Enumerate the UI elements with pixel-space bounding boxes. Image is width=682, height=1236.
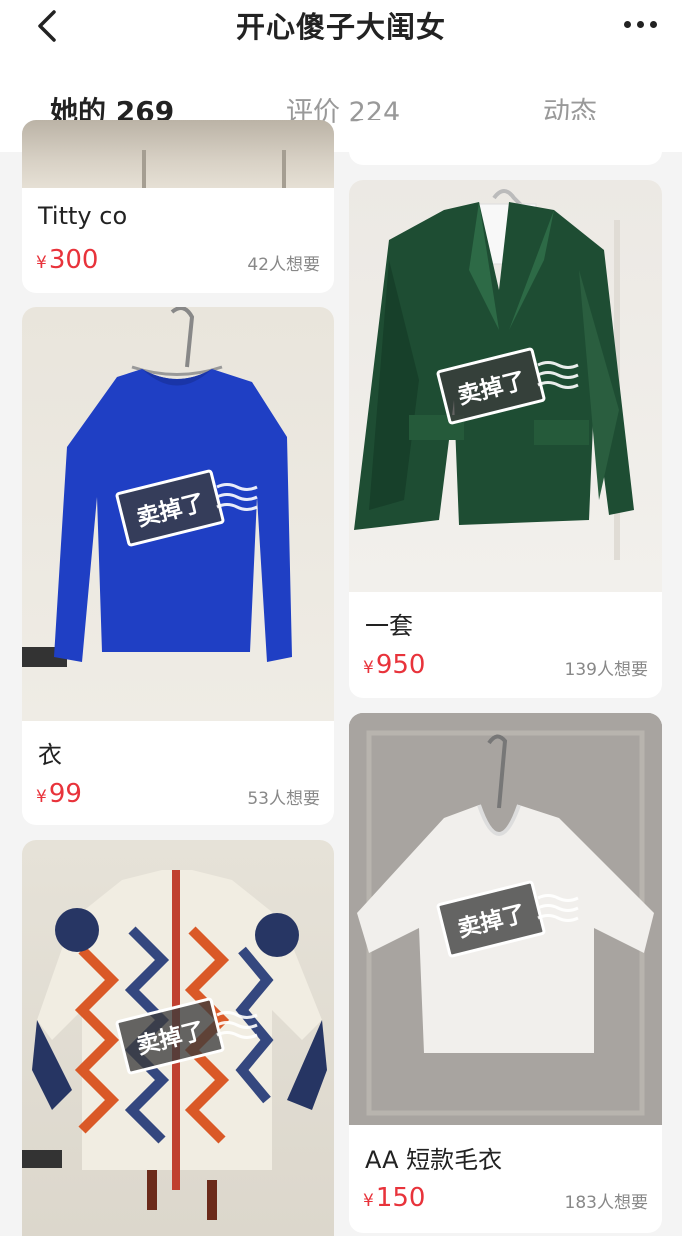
want-count: 53人想要 [247, 789, 320, 809]
want-count: 139人想要 [564, 660, 648, 680]
sold-stamp: 卖掉了 [435, 879, 591, 959]
product-card[interactable]: 卖掉了 一套 ¥950 139人想要 [349, 180, 662, 698]
product-title: AA 短款毛衣 [365, 1146, 503, 1174]
want-count: 183人想要 [564, 1193, 648, 1213]
product-price: ¥99 [36, 779, 82, 809]
product-card[interactable]: 卖掉了 AA 短款毛衣 ¥150 183人想要 [349, 713, 662, 1233]
product-title: 一套 [365, 612, 413, 640]
product-price: ¥150 [363, 1183, 426, 1213]
product-card[interactable]: Titty co ¥300 42人想要 [22, 120, 334, 293]
product-price: ¥950 [363, 650, 426, 680]
product-photo [22, 120, 334, 188]
top-bar: 开心傻子大闺女 [0, 0, 682, 56]
product-title: Titty co [38, 202, 128, 230]
product-price: ¥300 [36, 245, 99, 275]
product-card[interactable]: 卖掉了 衣 ¥99 53人想要 [22, 307, 334, 825]
sold-stamp: 卖掉了 [114, 468, 270, 548]
sold-stamp: 卖掉了 [114, 996, 270, 1076]
want-count: 42人想要 [247, 255, 320, 275]
product-card[interactable]: 卖掉了 [22, 840, 334, 1236]
more-dots-icon[interactable] [620, 14, 660, 34]
page-title: 开心傻子大闺女 [235, 10, 446, 44]
product-card-partial[interactable] [349, 120, 662, 165]
sold-stamp: 卖掉了 [435, 346, 591, 426]
product-title: 衣 [38, 741, 62, 769]
